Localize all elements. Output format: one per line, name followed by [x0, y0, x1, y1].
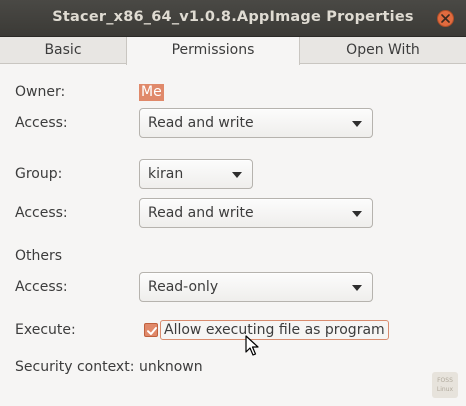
owner-value: Me [139, 84, 164, 101]
chevron-down-icon [352, 211, 362, 217]
tab-basic[interactable]: Basic [0, 37, 126, 64]
watermark-logo: FOSS Linux [432, 372, 458, 398]
chevron-down-icon [352, 121, 362, 127]
security-context-label: Security context: [15, 359, 135, 375]
owner-access-label: Access: [15, 115, 68, 131]
others-access-value: Read-only [148, 279, 219, 295]
owner-label: Owner: [15, 84, 66, 100]
chevron-down-icon [352, 285, 362, 291]
others-access-dropdown[interactable]: Read-only [139, 272, 373, 302]
watermark-text: FOSS [437, 377, 453, 384]
tab-bar: Basic Permissions Open With [0, 37, 466, 65]
mouse-cursor-icon [245, 335, 259, 356]
group-label: Group: [15, 166, 63, 182]
execute-checkbox[interactable] [144, 323, 158, 337]
owner-access-dropdown[interactable]: Read and write [139, 108, 373, 138]
tab-open-with[interactable]: Open With [300, 37, 466, 64]
group-access-dropdown[interactable]: Read and write [139, 198, 373, 228]
execute-checkbox-label[interactable]: Allow executing file as program [160, 320, 389, 340]
window-title: Stacer_x86_64_v1.0.8.AppImage Properties [52, 9, 414, 25]
title-bar: Stacer_x86_64_v1.0.8.AppImage Properties [0, 0, 466, 37]
group-value: kiran [148, 166, 184, 182]
others-access-label: Access: [15, 279, 68, 295]
watermark-text: Linux [436, 386, 454, 393]
close-icon [441, 14, 450, 23]
chevron-down-icon [232, 172, 242, 178]
group-dropdown[interactable]: kiran [139, 159, 253, 189]
others-heading: Others [15, 248, 63, 264]
group-access-value: Read and write [148, 205, 254, 221]
group-access-label: Access: [15, 205, 68, 221]
close-button[interactable] [437, 10, 454, 27]
owner-access-value: Read and write [148, 115, 254, 131]
security-context-value: unknown [139, 359, 203, 375]
tab-permissions[interactable]: Permissions [126, 37, 300, 65]
checkmark-icon [147, 327, 157, 335]
execute-label: Execute: [15, 322, 76, 338]
